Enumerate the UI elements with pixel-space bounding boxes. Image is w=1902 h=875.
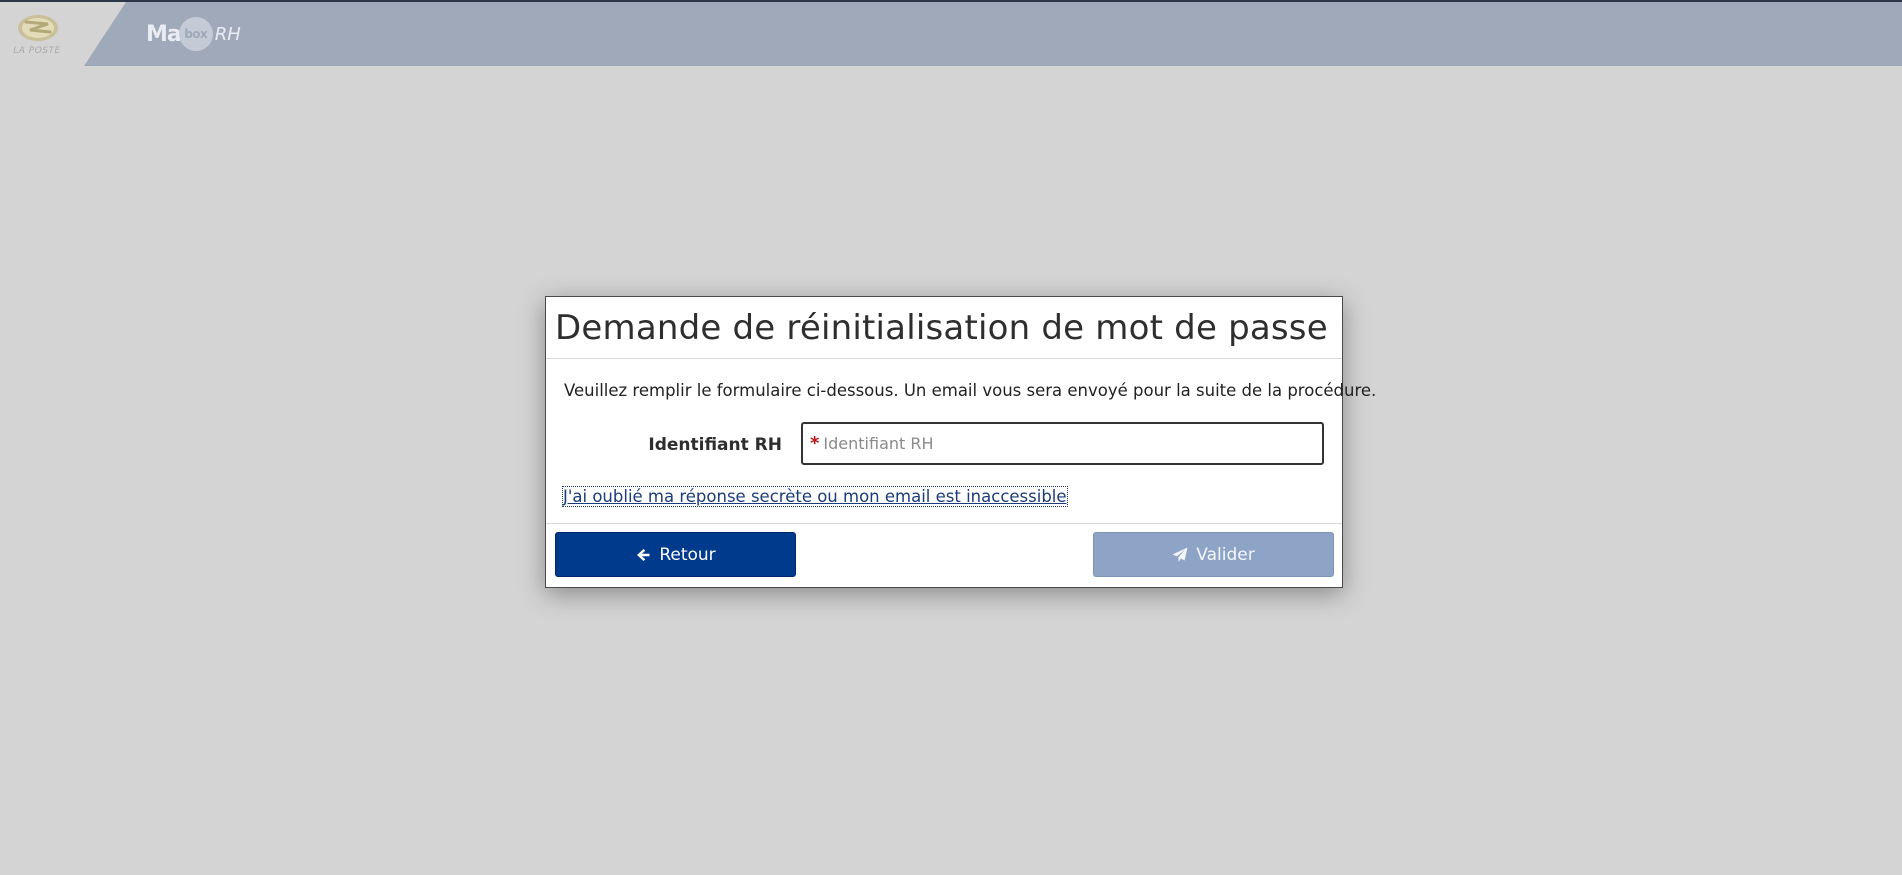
- password-reset-dialog: Demande de réinitialisation de mot de pa…: [545, 296, 1377, 588]
- arrow-left-icon: [637, 548, 650, 561]
- dialog-header: Demande de réinitialisation de mot de pa…: [546, 297, 1342, 359]
- logo-panel: LA POSTE: [0, 2, 126, 66]
- maboxrh-logo: Ma box RH: [146, 16, 241, 52]
- identifiant-rh-label: Identifiant RH: [648, 435, 782, 455]
- brand-circle: box: [178, 17, 213, 51]
- identifiant-rh-input[interactable]: [823, 424, 1322, 463]
- submit-button[interactable]: Valider: [1093, 532, 1334, 577]
- brand-suffix: RH: [214, 23, 241, 45]
- app-frame: LA POSTE Ma box RH Demande de réinitiali…: [0, 0, 1902, 875]
- submit-button-label: Valider: [1196, 544, 1255, 565]
- dialog-footer: Retour Valider: [546, 524, 1342, 587]
- brand-prefix: Ma: [146, 21, 182, 47]
- back-button-label: Retour: [659, 544, 716, 565]
- back-button[interactable]: Retour: [555, 532, 796, 577]
- identifiant-rh-field[interactable]: *: [801, 422, 1324, 465]
- dialog-body: Veuillez remplir le formulaire ci-dessou…: [546, 359, 1377, 524]
- dialog-title: Demande de réinitialisation de mot de pa…: [555, 308, 1328, 348]
- header-bar: LA POSTE Ma box RH: [0, 2, 1902, 66]
- required-marker: *: [810, 432, 820, 454]
- brand-box: box: [184, 27, 208, 41]
- instructions-text: Veuillez remplir le formulaire ci-dessou…: [564, 381, 1377, 400]
- paper-plane-icon: [1172, 547, 1188, 562]
- forgot-secret-link[interactable]: J'ai oublié ma réponse secrète ou mon em…: [562, 486, 1068, 507]
- laposte-logo-text: LA POSTE: [13, 46, 61, 56]
